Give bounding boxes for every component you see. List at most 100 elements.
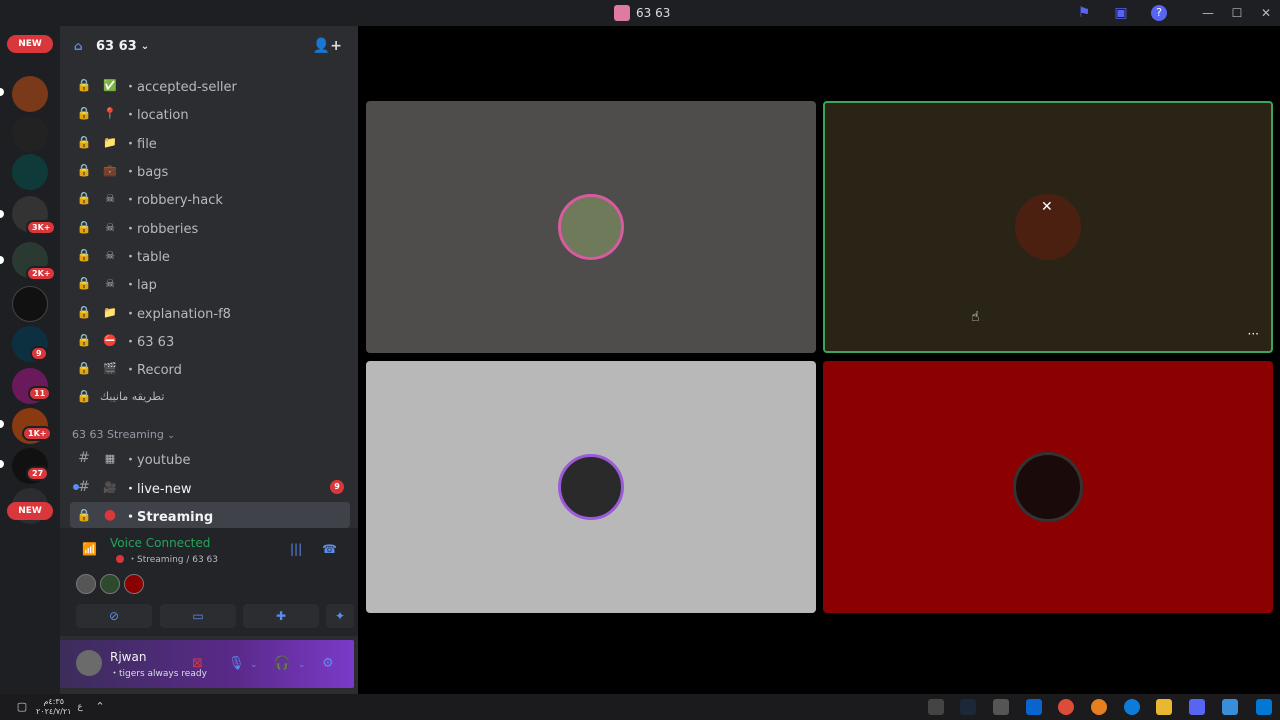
channel-emoji: ✅ xyxy=(103,78,117,92)
folder-icon[interactable] xyxy=(1156,699,1172,715)
home-icon: ⌂ xyxy=(74,39,83,53)
lock-icon: 🔒 xyxy=(76,389,92,403)
channel-item[interactable]: 🔒 ☠ ・robberies xyxy=(70,214,350,240)
server-header[interactable]: ⌂ 63 63 ⌄ 👤+ xyxy=(60,26,358,66)
channel-name: ・live-new xyxy=(124,481,192,497)
channel-item[interactable]: 🔒 تطريقه مانيبك xyxy=(70,383,350,409)
minimize-button[interactable]: — xyxy=(1198,4,1218,22)
lock-icon: 🔒 xyxy=(76,276,92,290)
maximize-button[interactable]: ☐ xyxy=(1227,4,1247,22)
gear-icon[interactable]: ⚙ xyxy=(322,656,334,671)
screen-share-button[interactable]: ▭ xyxy=(160,604,236,628)
server-name: 63 63 xyxy=(96,38,137,54)
channel-item[interactable]: 🔒 ☠ ・lap xyxy=(70,270,350,296)
channel-name: تطريقه مانيبك xyxy=(100,389,165,403)
microphone-icon[interactable]: 🎙 xyxy=(228,656,245,671)
channel-emoji: 📍 xyxy=(103,106,117,120)
avatar[interactable] xyxy=(100,574,120,594)
avatar[interactable] xyxy=(76,650,102,676)
chrome-icon[interactable] xyxy=(1058,699,1074,715)
voice-location-text: ・Streaming / 63 63 xyxy=(128,555,219,565)
help-icon[interactable]: ? xyxy=(1151,5,1167,21)
chevron-down-icon[interactable]: ⌄ xyxy=(250,660,258,670)
channel-item[interactable]: 🔒 📍 ・location xyxy=(70,100,350,126)
channel-item[interactable]: # 🎥 ・live-new 9 xyxy=(70,474,350,500)
lock-icon: 🔒 xyxy=(76,361,92,375)
app-icon[interactable] xyxy=(928,699,944,715)
channel-item[interactable]: 🔒 📁 ・explanation-f8 xyxy=(70,299,350,325)
steam-icon[interactable] xyxy=(960,699,976,715)
headphones-icon[interactable]: 🎧 xyxy=(274,656,290,671)
activities-button[interactable]: ✚ xyxy=(243,604,319,628)
channel-item[interactable]: # ▦ ・youtube xyxy=(70,445,350,471)
channel-name: ・table xyxy=(124,249,170,265)
stream-off-icon[interactable]: ⊠ xyxy=(192,656,203,671)
participant-tile[interactable] xyxy=(823,361,1273,613)
channel-name: ・accepted-seller xyxy=(124,79,237,95)
channel-emoji: 📁 xyxy=(103,305,117,319)
voice-status[interactable]: Voice Connected xyxy=(110,536,210,550)
username[interactable]: Rjwan xyxy=(110,650,146,664)
copilot-icon[interactable] xyxy=(1222,699,1238,715)
lock-icon: 🔒 xyxy=(76,106,92,120)
new-badge[interactable]: NEW xyxy=(7,502,53,520)
channel-emoji: ☠ xyxy=(105,220,115,234)
channel-item[interactable]: 🔒 ✅ ・accepted-seller xyxy=(70,72,350,98)
user-panel: Rjwan ・tigers always ready ⊠ 🎙 ⌄ 🎧 ⌄ ⚙ xyxy=(60,640,354,688)
channel-item[interactable]: 🔒 ☠ ・robbery-hack xyxy=(70,185,350,211)
server-list: NEW 3K+ 2K+ 9 11 1K+ 27 NEW xyxy=(0,26,60,694)
chevron-down-icon: ⌄ xyxy=(167,431,175,441)
more-options-icon[interactable]: ··· xyxy=(1248,327,1259,341)
server-icon[interactable] xyxy=(12,286,48,322)
close-button[interactable]: ✕ xyxy=(1256,4,1276,22)
participant-tile[interactable] xyxy=(366,101,816,353)
server-icon[interactable] xyxy=(12,76,48,112)
channel-emoji: 💼 xyxy=(103,163,117,177)
chevron-down-icon[interactable]: ⌄ xyxy=(298,660,306,670)
server-icon[interactable] xyxy=(12,154,48,190)
clock[interactable]: ٤:٣٥م ٢٠٢٤/٧/٢١ xyxy=(36,697,71,717)
participant-tile-speaking[interactable]: ✕ ☝ ··· xyxy=(823,101,1273,353)
soundboard-button[interactable]: ✦ xyxy=(326,604,354,628)
disconnect-icon[interactable]: ☎ xyxy=(322,542,337,556)
invite-icon[interactable]: 👤+ xyxy=(313,38,342,54)
hashtag-icon: # xyxy=(78,450,90,466)
new-badge[interactable]: NEW xyxy=(7,35,53,53)
soundboard-icon[interactable]: ||| xyxy=(290,542,302,556)
lock-icon: 🔒 xyxy=(76,220,92,234)
lock-icon: 🔒 xyxy=(76,163,92,177)
language-indicator[interactable]: ع xyxy=(72,699,88,715)
channel-item-active[interactable]: 🔒 ● ・Streaming xyxy=(70,502,350,528)
avatar[interactable] xyxy=(76,574,96,594)
outlook-icon[interactable] xyxy=(1026,699,1042,715)
app-icon[interactable] xyxy=(1091,699,1107,715)
discord-icon[interactable] xyxy=(1189,699,1205,715)
channel-item[interactable]: 🔒 ☠ ・table xyxy=(70,242,350,268)
mention-badge: 3K+ xyxy=(26,220,57,235)
store-icon[interactable] xyxy=(993,699,1009,715)
category-header[interactable]: 63 63 Streaming ⌄ xyxy=(72,428,175,441)
edge-icon[interactable] xyxy=(1124,699,1140,715)
channel-emoji: ☠ xyxy=(105,248,115,262)
inbox-icon[interactable]: ▣ xyxy=(1113,5,1129,21)
channel-name: ・Streaming xyxy=(124,509,214,525)
channel-item[interactable]: 🔒 💼 ・bags xyxy=(70,157,350,183)
participant-tile[interactable] xyxy=(366,361,816,613)
channel-emoji: 🎬 xyxy=(103,361,117,375)
notification-icon[interactable]: ▢ xyxy=(14,699,30,715)
mention-badge: 27 xyxy=(26,466,50,481)
avatar[interactable] xyxy=(124,574,144,594)
voice-location[interactable]: ・Streaming / 63 63 xyxy=(116,552,218,565)
channel-name: ・63 63 xyxy=(124,334,175,350)
channel-item[interactable]: 🔒 ⛔ ・63 63 xyxy=(70,327,350,353)
camera-button[interactable]: ⊘ xyxy=(76,604,152,628)
channel-name: ・location xyxy=(124,107,189,123)
channel-item[interactable]: 🔒 🎬 ・Record xyxy=(70,355,350,381)
channel-item[interactable]: 🔒 📁 ・file xyxy=(70,129,350,155)
close-icon[interactable]: ✕ xyxy=(1041,199,1053,215)
start-icon[interactable] xyxy=(1256,699,1272,715)
server-icon[interactable] xyxy=(12,116,48,152)
flag-icon[interactable]: ⚑ xyxy=(1076,5,1092,21)
signal-icon[interactable]: 📶 xyxy=(82,542,97,556)
chevron-up-icon[interactable]: ⌃ xyxy=(92,699,108,715)
